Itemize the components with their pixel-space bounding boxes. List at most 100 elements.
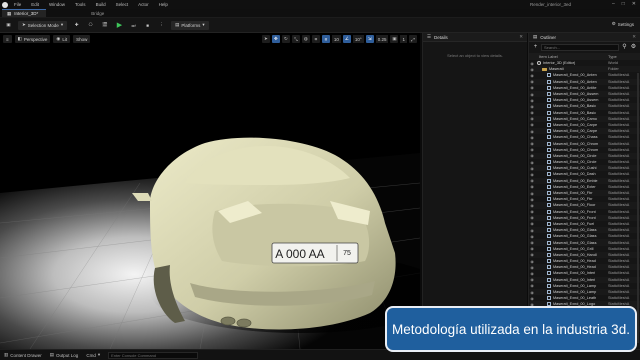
visibility-eye-icon[interactable]: ◉	[529, 296, 535, 301]
more-icon[interactable]: ⋮	[157, 21, 166, 30]
visibility-eye-icon[interactable]: ◉	[529, 61, 535, 66]
close-icon[interactable]: ✕	[632, 34, 636, 40]
visibility-eye-icon[interactable]: ◉	[529, 116, 535, 121]
tab-bridge[interactable]: Bridge	[86, 9, 112, 17]
quick-add-icon[interactable]: ✚	[72, 21, 81, 30]
console-command-input[interactable]: Enter Console Command	[108, 351, 199, 359]
visibility-eye-icon[interactable]: ◉	[529, 234, 535, 239]
column-item-label[interactable]: Item Label	[539, 54, 558, 59]
menu-build[interactable]: Build	[91, 2, 111, 7]
outliner-item-type: StaticMeshA	[608, 85, 630, 90]
visibility-eye-icon[interactable]: ◉	[529, 92, 535, 97]
rotation-snap-value[interactable]: 10°	[352, 35, 364, 43]
visibility-eye-icon[interactable]: ◉	[529, 197, 535, 202]
rotation-snap-icon[interactable]: ∠	[342, 35, 351, 43]
level-viewport[interactable]: A 000 AA 75 ≡ ◧ Perspective ◉ Lit Show ➤…	[0, 33, 420, 349]
cinematics-icon[interactable]: 🎬	[100, 21, 110, 30]
visibility-eye-icon[interactable]: ◉	[529, 73, 535, 78]
visibility-eye-icon[interactable]: ◉	[529, 259, 535, 264]
grid-snap-icon[interactable]: #	[321, 35, 330, 43]
unreal-logo-icon[interactable]	[0, 0, 9, 9]
outliner-search-input[interactable]: Search...	[541, 44, 619, 51]
visibility-eye-icon[interactable]: ◉	[529, 252, 535, 257]
step-icon[interactable]: ⏭	[129, 21, 138, 30]
camera-speed-icon[interactable]: ▣	[390, 35, 399, 43]
save-icon[interactable]: ▣	[4, 21, 13, 30]
outliner-item-label: Maserati_Exnd_00_Glass	[553, 240, 597, 245]
visibility-eye-icon[interactable]: ◉	[529, 79, 535, 84]
settings-button[interactable]: ⚙ Settings	[612, 21, 634, 27]
visibility-eye-icon[interactable]: ◉	[529, 271, 535, 276]
visibility-eye-icon[interactable]: ◉	[529, 172, 535, 177]
output-log-button[interactable]: ▤ Output Log	[50, 352, 79, 358]
visibility-eye-icon[interactable]: ◉	[529, 147, 535, 152]
scale-icon[interactable]: ⤡	[291, 35, 300, 43]
column-type[interactable]: Type	[608, 54, 640, 59]
visibility-eye-icon[interactable]: ◉	[529, 191, 535, 196]
visibility-eye-icon[interactable]: ◉	[529, 178, 535, 183]
play-icon[interactable]: ▶	[115, 21, 124, 30]
minimize-icon[interactable]: –	[612, 1, 615, 7]
scale-snap-icon[interactable]: ⇲	[365, 35, 374, 43]
visibility-eye-icon[interactable]: ◉	[529, 67, 535, 72]
menu-tools[interactable]: Tools	[70, 2, 91, 7]
visibility-eye-icon[interactable]: ◉	[529, 246, 535, 251]
blueprint-icon[interactable]: ⎔	[86, 21, 95, 30]
rotate-icon[interactable]: ↻	[281, 35, 290, 43]
visibility-eye-icon[interactable]: ◉	[529, 85, 535, 90]
scale-snap-value[interactable]: 0.25	[375, 35, 389, 43]
visibility-eye-icon[interactable]: ◉	[529, 240, 535, 245]
maximize-icon[interactable]: □	[622, 1, 625, 7]
visibility-eye-icon[interactable]: ◉	[529, 221, 535, 226]
grid-snap-value[interactable]: 10	[331, 35, 341, 43]
visibility-eye-icon[interactable]: ◉	[529, 290, 535, 295]
plate-region: 75	[343, 250, 351, 257]
visibility-eye-icon[interactable]: ◉	[529, 265, 535, 270]
world-space-icon[interactable]: ◍	[301, 35, 310, 43]
stop-icon[interactable]: ■	[143, 21, 152, 30]
visibility-eye-icon[interactable]: ◉	[529, 160, 535, 165]
platforms-dropdown[interactable]: ▤ Platforms ▾	[171, 20, 209, 30]
visibility-eye-icon[interactable]: ◉	[529, 203, 535, 208]
visibility-eye-icon[interactable]: ◉	[529, 228, 535, 233]
visibility-eye-icon[interactable]: ◉	[529, 283, 535, 288]
visibility-eye-icon[interactable]: ◉	[529, 104, 535, 109]
viewport-options-button[interactable]: ≡	[3, 35, 12, 43]
visibility-eye-icon[interactable]: ◉	[529, 122, 535, 127]
selection-mode-dropdown[interactable]: ➤ Selection Mode ▾	[18, 20, 68, 30]
visibility-eye-icon[interactable]: ◉	[529, 215, 535, 220]
add-actor-icon[interactable]: +	[532, 44, 539, 51]
close-icon[interactable]: ✕	[632, 1, 636, 7]
content-drawer-button[interactable]: ▥ Content Drawer	[4, 352, 42, 358]
surface-snap-icon[interactable]: ⌗	[311, 35, 320, 43]
visibility-eye-icon[interactable]: ◉	[529, 110, 535, 115]
cmd-dropdown[interactable]: Cmd ▾	[86, 352, 100, 358]
close-icon[interactable]: ✕	[519, 34, 523, 40]
visibility-eye-icon[interactable]: ◉	[529, 209, 535, 214]
lit-button[interactable]: ◉ Lit	[53, 35, 71, 43]
visibility-eye-icon[interactable]: ◉	[529, 166, 535, 171]
visibility-eye-icon[interactable]: ◉	[529, 184, 535, 189]
menu-help[interactable]: Help	[154, 2, 173, 7]
visibility-eye-icon[interactable]: ◉	[529, 141, 535, 146]
menu-actor[interactable]: Actor	[133, 2, 154, 7]
visibility-eye-icon[interactable]: ◉	[529, 135, 535, 140]
move-icon[interactable]: ✥	[271, 35, 280, 43]
select-icon[interactable]: ➤	[261, 35, 270, 43]
outliner-settings-icon[interactable]: ⚙	[630, 44, 637, 51]
visibility-eye-icon[interactable]: ◉	[529, 277, 535, 282]
outliner-scrollbar[interactable]	[637, 73, 639, 343]
visibility-eye-icon[interactable]: ◉	[529, 129, 535, 134]
show-button[interactable]: Show	[73, 35, 91, 43]
menu-select[interactable]: Select	[111, 2, 134, 7]
menu-window[interactable]: Window	[44, 2, 70, 7]
tab-interior-3d[interactable]: ▦ Interior_3D*	[2, 9, 47, 17]
visibility-eye-icon[interactable]: ◉	[529, 153, 535, 158]
camera-speed-value[interactable]: 1	[400, 35, 407, 43]
maximize-viewport-icon[interactable]: ⤢	[409, 35, 417, 43]
perspective-button[interactable]: ◧ Perspective	[14, 35, 51, 43]
filter-icon[interactable]: ⚲	[621, 44, 628, 51]
menu-edit[interactable]: Edit	[26, 2, 44, 7]
menu-file[interactable]: File	[9, 2, 26, 7]
visibility-eye-icon[interactable]: ◉	[529, 98, 535, 103]
